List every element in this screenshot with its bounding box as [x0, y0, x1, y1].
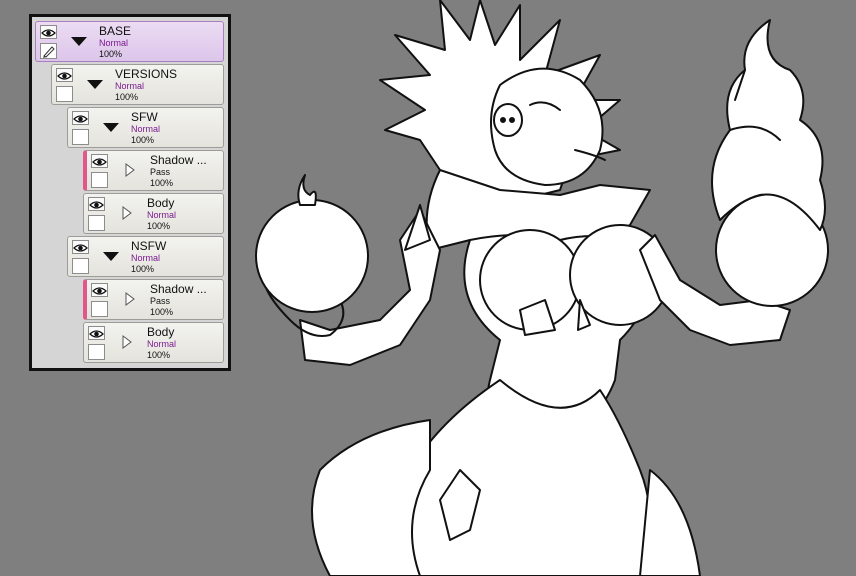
layer-row-shadow-sfw[interactable]: Shadow ... Pass 100% [83, 150, 224, 191]
layer-opacity: 100% [150, 178, 174, 188]
visibility-toggle[interactable] [88, 326, 105, 340]
folder-collapsed-arrow-icon[interactable] [121, 163, 139, 177]
layer-thumbnail[interactable] [40, 43, 57, 59]
layer-blend-mode: Normal [99, 38, 129, 48]
layer-name: VERSIONS [115, 67, 178, 81]
eye-icon [92, 287, 107, 295]
layer-opacity: 100% [131, 264, 155, 274]
layer-opacity: 100% [147, 350, 171, 360]
layer-row-shadow-nsfw[interactable]: Shadow ... Pass 100% [83, 279, 224, 320]
layer-thumbnail[interactable] [91, 172, 108, 188]
layer-name: Shadow ... [150, 282, 207, 296]
folder-expanded-arrow-icon[interactable] [86, 77, 104, 91]
eye-icon [41, 29, 56, 37]
eye-icon [73, 244, 88, 252]
visibility-toggle[interactable] [40, 25, 57, 39]
layer-name: Shadow ... [150, 153, 207, 167]
visibility-toggle[interactable] [72, 111, 89, 125]
layer-blend-mode: Pass [150, 167, 171, 177]
visibility-toggle[interactable] [88, 197, 105, 211]
visibility-toggle[interactable] [91, 154, 108, 168]
folder-expanded-arrow-icon[interactable] [102, 249, 120, 263]
layer-opacity: 100% [131, 135, 155, 145]
layer-opacity: 100% [115, 92, 139, 102]
layer-opacity: 100% [147, 221, 171, 231]
layers-panel: BASE Normal 100% VERSIONS Normal 100% SF… [29, 14, 231, 371]
layer-blend-mode: Pass [150, 296, 171, 306]
layer-name: BASE [99, 24, 132, 38]
layer-blend-mode: Normal [131, 124, 161, 134]
folder-expanded-arrow-icon[interactable] [70, 34, 88, 48]
layer-row-body-sfw[interactable]: Body Normal 100% [83, 193, 224, 234]
layer-row-sfw[interactable]: SFW Normal 100% [67, 107, 224, 148]
layer-row-base[interactable]: BASE Normal 100% [35, 21, 224, 62]
eye-icon [89, 201, 104, 209]
layer-blend-mode: Normal [147, 210, 177, 220]
layer-row-versions[interactable]: VERSIONS Normal 100% [51, 64, 224, 105]
layer-opacity: 100% [150, 307, 174, 317]
eye-icon [89, 330, 104, 338]
folder-collapsed-arrow-icon[interactable] [121, 292, 139, 306]
eye-icon [73, 115, 88, 123]
layer-thumbnail[interactable] [72, 129, 89, 145]
folder-expanded-arrow-icon[interactable] [102, 120, 120, 134]
layer-row-body-nsfw[interactable]: Body Normal 100% [83, 322, 224, 363]
line-art [255, 0, 829, 576]
layer-blend-mode: Normal [115, 81, 145, 91]
visibility-toggle[interactable] [72, 240, 89, 254]
layer-blend-mode: Normal [131, 253, 161, 263]
layer-thumbnail[interactable] [91, 301, 108, 317]
layer-name: NSFW [131, 239, 167, 253]
pencil-icon [43, 46, 55, 58]
layer-thumbnail[interactable] [88, 215, 105, 231]
visibility-toggle[interactable] [56, 68, 73, 82]
layer-row-nsfw[interactable]: NSFW Normal 100% [67, 236, 224, 277]
layer-blend-mode: Normal [147, 339, 177, 349]
eye-icon [92, 158, 107, 166]
layer-name: Body [147, 325, 175, 339]
layer-thumbnail[interactable] [56, 86, 73, 102]
layer-name: SFW [131, 110, 158, 124]
layer-thumbnail[interactable] [72, 258, 89, 274]
layer-opacity: 100% [99, 49, 123, 59]
layer-thumbnail[interactable] [88, 344, 105, 360]
layer-name: Body [147, 196, 175, 210]
eye-icon [57, 72, 72, 80]
folder-collapsed-arrow-icon[interactable] [118, 335, 136, 349]
visibility-toggle[interactable] [91, 283, 108, 297]
folder-collapsed-arrow-icon[interactable] [118, 206, 136, 220]
